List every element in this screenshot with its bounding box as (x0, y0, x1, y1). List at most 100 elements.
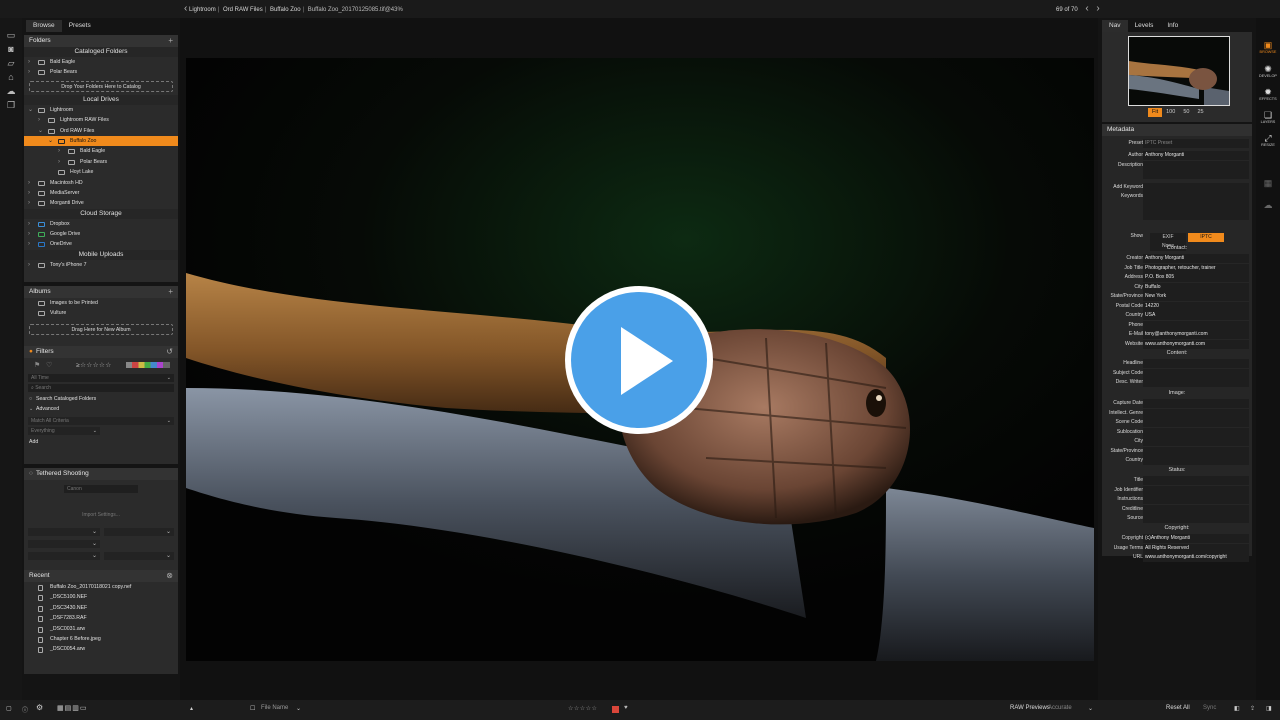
chevron-down-icon[interactable]: ⌄ (296, 705, 301, 712)
add-criteria-button[interactable]: Add (24, 437, 178, 447)
heart-icon[interactable]: ♡ (46, 361, 52, 369)
extra-module-2[interactable]: ☁ (1256, 200, 1280, 210)
folder-row[interactable]: › Polar Bears (24, 157, 178, 167)
albums-header[interactable]: Albums + (24, 286, 178, 298)
recent-header[interactable]: Recent ⊗ (24, 570, 178, 582)
sort-select[interactable]: File Name (261, 705, 288, 711)
time-filter-select[interactable]: All Time ⌄ (28, 374, 174, 382)
color-label-filter[interactable] (126, 362, 170, 368)
contact-field[interactable]: E-Mail tony@anthonymorganti.com (1102, 330, 1252, 340)
advanced-toggle[interactable]: ⌄ Advanced (24, 404, 178, 414)
breadcrumb-item[interactable]: Buffalo Zoo (270, 7, 301, 13)
status-field[interactable]: Title (1102, 476, 1252, 486)
rating-stars[interactable]: ☆☆☆☆☆ (568, 705, 597, 712)
drive-row[interactable]: ⌄ Lightroom (24, 105, 178, 115)
author-field[interactable]: Author Anthony Morganti (1102, 151, 1252, 161)
camera-select[interactable]: Canon (64, 485, 138, 493)
radio-icon[interactable]: ○ (29, 470, 33, 477)
zoom-50-button[interactable]: 50 (1179, 108, 1193, 117)
copyright-field[interactable]: Usage Terms All Rights Reserved (1102, 543, 1252, 554)
contact-field[interactable]: State/Province New York (1102, 292, 1252, 302)
folder-row[interactable]: ⌄ Ord RAW Files (24, 126, 178, 136)
cloud-row[interactable]: › Dropbox (24, 219, 178, 229)
tethered-select[interactable]: ⌄ (28, 528, 100, 536)
image-field[interactable]: Intellect. Genre (1102, 408, 1252, 419)
cloud-icon[interactable]: ☁ (5, 86, 17, 96)
heart-icon[interactable]: ♥ (624, 705, 628, 711)
module-effects[interactable]: ✹ EFFECTS (1256, 87, 1280, 101)
recent-item[interactable]: _DSC5100.NEF (24, 592, 178, 602)
status-field[interactable]: Source (1102, 514, 1252, 524)
contact-field[interactable]: Postal Code 14220 (1102, 301, 1252, 312)
panel-right-icon[interactable]: ◨ (1266, 705, 1272, 712)
tethered-select[interactable]: ⌄ (104, 552, 174, 560)
drive-row[interactable]: › Macintosh HD (24, 178, 178, 188)
layout-icon[interactable]: ▢ (6, 705, 12, 712)
module-resize[interactable]: ⤢ RESIZE (1256, 133, 1280, 147)
contact-field[interactable]: Job Title Photographer, retoucher, traine… (1102, 263, 1252, 274)
reset-filters-icon[interactable]: ↺ (166, 346, 173, 358)
tab-presets[interactable]: Presets (62, 20, 98, 32)
monitor-icon[interactable]: ▭ (5, 30, 17, 40)
image-field[interactable]: City (1102, 437, 1252, 447)
info-icon[interactable]: ⓘ (22, 705, 28, 714)
video-play-button[interactable] (565, 286, 713, 434)
recent-item[interactable]: _DSC3430.NEF (24, 603, 178, 613)
status-field[interactable]: Job Identifier (1102, 485, 1252, 496)
module-browse[interactable]: ▣ BROWSE (1256, 40, 1280, 54)
recent-item[interactable]: _DSC0031.arw (24, 624, 178, 634)
album-row[interactable]: Vulture (24, 308, 178, 318)
contact-field[interactable]: Creator Anthony Morganti (1102, 254, 1252, 264)
sort-checkbox-icon[interactable]: ☐ (250, 705, 255, 712)
recent-item[interactable]: Chapter 6 Before.jpeg (24, 634, 178, 644)
folder-row[interactable]: › Polar Bears (24, 67, 178, 77)
filter-toggle-icon[interactable]: ● (29, 348, 33, 355)
content-field[interactable]: Desc. Writer (1102, 378, 1252, 388)
content-field[interactable]: Headline (1102, 359, 1252, 369)
contact-field[interactable]: Website www.anthonymorganti.com (1102, 339, 1252, 350)
navigator-thumbnail[interactable] (1128, 36, 1230, 106)
search-input[interactable]: ⌕ Search (28, 384, 174, 392)
tethered-select[interactable]: ⌄ (28, 540, 100, 548)
folder-row[interactable]: › Bald Eagle (24, 57, 178, 67)
folder-icon[interactable]: ▱ (5, 58, 17, 68)
show-exif-button[interactable]: EXIF (1150, 233, 1186, 242)
preset-field[interactable]: Preset IPTC Preset (1102, 139, 1252, 149)
image-field[interactable]: State/Province (1102, 446, 1252, 457)
import-settings-button[interactable]: Import Settings... (24, 512, 178, 518)
reset-all-button[interactable]: Reset All (1166, 705, 1190, 711)
everything-select[interactable]: Everything ⌄ (28, 426, 100, 435)
image-field[interactable]: Scene Code (1102, 418, 1252, 428)
tab-nav[interactable]: Nav (1102, 20, 1128, 32)
metadata-header[interactable]: Metadata (1102, 124, 1252, 136)
keywords-field[interactable]: Keywords (1102, 192, 1252, 220)
share-icon[interactable]: ⇪ (1250, 705, 1255, 712)
status-field[interactable]: Instructions (1102, 495, 1252, 505)
extra-module-1[interactable]: ▦ (1256, 178, 1280, 188)
album-row[interactable]: Images to be Printed (24, 298, 178, 308)
star-rating-filter[interactable]: ≥☆☆☆☆☆ (76, 361, 112, 369)
recent-item[interactable]: Buffalo Zoo_20170118021 copy.nef (24, 582, 178, 592)
content-field[interactable]: Subject Code (1102, 368, 1252, 379)
breadcrumb-item[interactable]: Ord RAW Files (223, 7, 263, 13)
image-field[interactable]: Sublocation (1102, 427, 1252, 438)
back-chevron-icon[interactable]: ‹ (184, 3, 187, 14)
match-criteria-select[interactable]: Match All Criteria ⌄ (28, 416, 174, 425)
search-cataloged-option[interactable]: ○ Search Cataloged Folders (24, 394, 178, 404)
recent-item[interactable]: _DSF7283.RAF (24, 613, 178, 623)
drive-icon[interactable]: ⌂ (5, 72, 17, 82)
module-layers[interactable]: ❏ LAYERS (1256, 110, 1280, 124)
next-image-icon[interactable]: › (1096, 3, 1099, 14)
view-mode-icons[interactable]: ▦▤▥▭ (57, 704, 87, 712)
image-field[interactable]: Capture Date (1102, 399, 1252, 409)
folder-row-selected[interactable]: ⌄ Buffalo Zoo (24, 135, 178, 147)
recent-item[interactable]: _DSC0054.arw (24, 644, 178, 654)
clear-recent-icon[interactable]: ⊗ (166, 570, 173, 582)
copyright-field[interactable]: Copyright (c)Anthony Morganti (1102, 534, 1252, 544)
cloud-row[interactable]: › Google Drive (24, 229, 178, 239)
settings-gear-icon[interactable]: ⚙ (36, 703, 43, 712)
tethered-header[interactable]: ○ Tethered Shooting (24, 468, 178, 480)
module-develop[interactable]: ✺ DEVELOP (1256, 64, 1280, 78)
contact-field[interactable]: Phone (1102, 320, 1252, 331)
folder-row[interactable]: › Bald Eagle (24, 146, 178, 156)
